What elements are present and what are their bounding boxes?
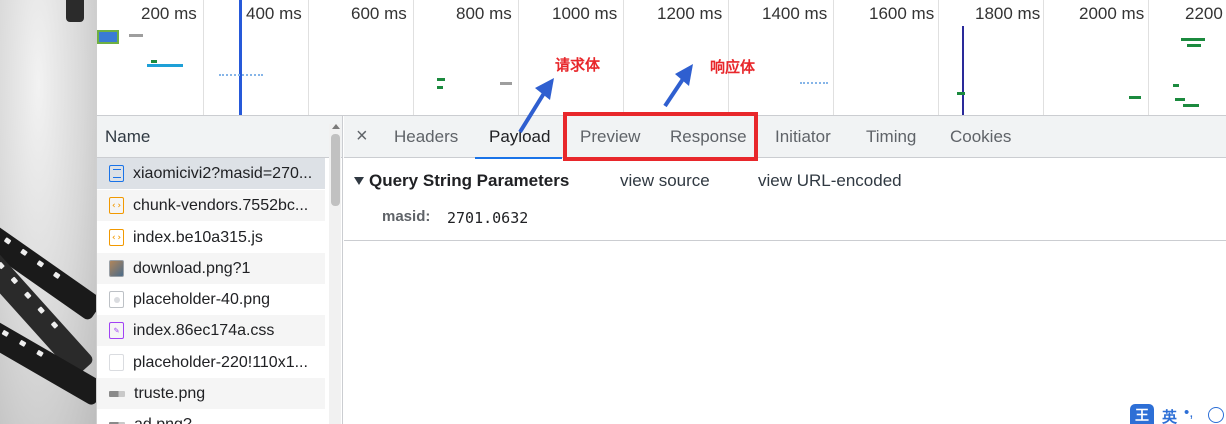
stylesheet-icon: ✎ — [109, 322, 124, 339]
timeline-tick-label: 800 ms — [456, 4, 512, 23]
timeline-gridline — [203, 0, 204, 115]
param-value: 2701.0632 — [447, 209, 529, 227]
timeline-tick-label: 200 ms — [141, 4, 197, 23]
timeline-gridline — [833, 0, 834, 115]
request-bar — [151, 60, 157, 63]
tab-headers[interactable]: Headers — [394, 116, 458, 158]
request-name-column: Name xiaomicivi2?masid=270... ‹› chunk-v… — [97, 116, 343, 424]
window-corner — [66, 0, 84, 22]
timeline-gridline — [308, 0, 309, 115]
request-name: truste.png — [134, 384, 206, 402]
load-marker — [962, 26, 964, 115]
request-name: ad.png? — [134, 415, 192, 424]
request-row[interactable]: xiaomicivi2?masid=270... — [97, 158, 325, 189]
request-bar — [1129, 96, 1141, 99]
request-name: chunk-vendors.7552bc... — [133, 196, 309, 214]
request-bar — [437, 78, 445, 81]
annotation-highlight-box — [563, 112, 758, 161]
ime-toolbar[interactable]: 王 英 •, — [1128, 402, 1226, 424]
timeline-tick-label: 400 ms — [246, 4, 302, 23]
domcontentloaded-marker — [239, 0, 242, 115]
request-row[interactable]: download.png?1 — [97, 253, 325, 284]
request-bar — [147, 64, 183, 67]
request-bar — [97, 30, 119, 44]
image-icon — [109, 390, 125, 397]
timeline-tick-label: 1600 ms — [869, 4, 935, 23]
request-bar — [1175, 98, 1185, 101]
image-placeholder-icon — [109, 291, 124, 308]
timeline-gridline — [413, 0, 414, 115]
image-placeholder-icon — [109, 354, 124, 371]
section-title[interactable]: Query String Parameters — [369, 171, 569, 191]
request-row[interactable]: placeholder-40.png — [97, 284, 325, 315]
timeline-tick-label: 2000 ms — [1079, 4, 1145, 23]
timeline-tick-label: 1200 ms — [657, 4, 723, 23]
timeline-gridline — [1148, 0, 1149, 115]
request-row[interactable]: ‹› chunk-vendors.7552bc... — [97, 190, 325, 221]
param-key: masid: — [382, 208, 431, 225]
close-icon[interactable]: × — [356, 125, 368, 148]
request-bar — [219, 74, 263, 76]
request-row[interactable]: ad.png? — [97, 409, 325, 424]
tab-initiator[interactable]: Initiator — [775, 116, 831, 158]
query-string-parameters-section: Query String Parameters view source view… — [344, 158, 1226, 241]
request-name: index.be10a315.js — [133, 228, 263, 246]
request-bar — [800, 82, 828, 84]
ime-language-mode[interactable]: 英 — [1162, 406, 1177, 424]
annotation-arrow-icon — [518, 78, 554, 134]
timeline-gridline — [938, 0, 939, 115]
script-icon: ‹› — [109, 197, 124, 214]
document-icon — [109, 165, 124, 182]
annotation-label-response-body: 响应体 — [710, 59, 756, 76]
request-details-panel: × Headers Payload Preview Response Initi… — [344, 116, 1226, 424]
timeline-gridline — [1043, 0, 1044, 115]
tab-cookies[interactable]: Cookies — [950, 116, 1011, 158]
timeline-tick-label: 1800 ms — [975, 4, 1041, 23]
request-bar — [1187, 44, 1201, 47]
timeline-tick-label: 600 ms — [351, 4, 407, 23]
tab-timing[interactable]: Timing — [866, 116, 916, 158]
request-row[interactable]: placeholder-220!110x1... — [97, 347, 325, 378]
request-name: download.png?1 — [133, 259, 251, 277]
view-url-encoded-link[interactable]: view URL-encoded — [758, 171, 902, 191]
timeline-tick-label: 2200 — [1185, 4, 1223, 23]
timeline-gridline — [623, 0, 624, 115]
timeline-tick-label: 1400 ms — [762, 4, 828, 23]
request-name: placeholder-40.png — [133, 290, 270, 308]
timeline-tick-label: 1000 ms — [552, 4, 618, 23]
request-bar — [1181, 38, 1205, 41]
scroll-up-arrow-icon[interactable] — [332, 124, 340, 129]
request-row[interactable]: ✎ index.86ec174a.css — [97, 315, 325, 346]
name-column-scrollbar[interactable] — [329, 124, 341, 424]
smiley-icon[interactable] — [1208, 407, 1224, 423]
annotation-arrow-icon — [663, 64, 693, 108]
scrollbar-thumb[interactable] — [331, 134, 340, 206]
desktop-background — [0, 0, 96, 424]
request-bar — [1183, 104, 1199, 107]
collapse-triangle-icon[interactable] — [354, 177, 364, 185]
request-bar — [437, 86, 443, 89]
view-source-link[interactable]: view source — [620, 171, 710, 191]
script-icon: ‹› — [109, 229, 124, 246]
details-tab-bar: × Headers Payload Preview Response Initi… — [344, 116, 1226, 159]
request-bar — [957, 92, 965, 95]
request-bar — [1173, 84, 1179, 87]
request-bar — [129, 34, 143, 37]
request-name: placeholder-220!110x1... — [133, 353, 308, 371]
name-column-header[interactable]: Name — [97, 116, 342, 158]
request-row[interactable]: truste.png — [97, 378, 325, 409]
request-row[interactable]: ‹› index.be10a315.js — [97, 222, 325, 253]
image-icon — [109, 260, 124, 277]
request-name: xiaomicivi2?masid=270... — [133, 164, 313, 182]
ime-logo-icon[interactable]: 王 — [1130, 404, 1154, 424]
request-name: index.86ec174a.css — [133, 321, 275, 339]
annotation-label-request-body: 请求体 — [555, 57, 601, 74]
ime-punctuation-mode[interactable]: •, — [1184, 404, 1193, 421]
